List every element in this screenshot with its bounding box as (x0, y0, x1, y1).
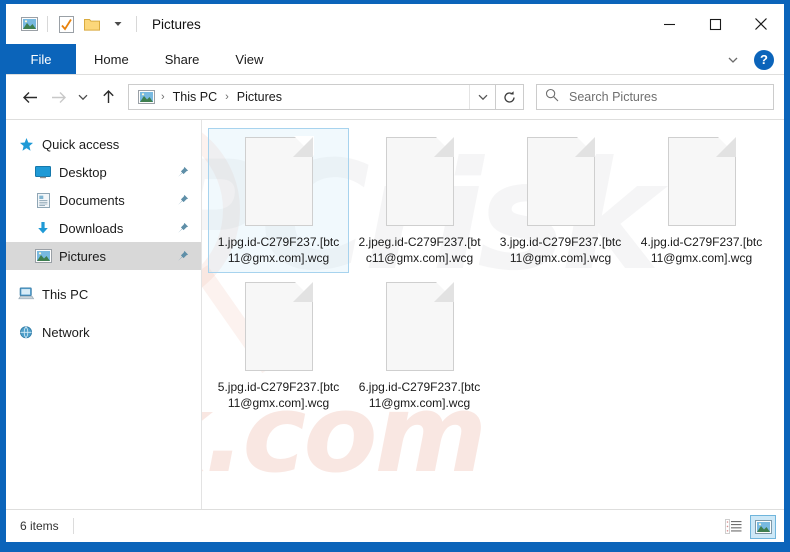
pin-icon[interactable] (175, 250, 191, 262)
close-button[interactable] (738, 4, 784, 44)
file-item[interactable]: 1.jpg.id-C279F237.[btc11@gmx.com].wcg (208, 128, 349, 273)
file-grid: 1.jpg.id-C279F237.[btc11@gmx.com].wcg 2.… (208, 128, 784, 418)
explorer-body: PCrisk risk.com Quick access (6, 119, 784, 509)
file-item[interactable]: 5.jpg.id-C279F237.[btc11@gmx.com].wcg (208, 273, 349, 418)
address-bar[interactable]: › This PC › Pictures (128, 84, 496, 110)
sidebar-label-network: Network (42, 324, 90, 340)
this-pc-icon (16, 284, 36, 304)
arrow-left-icon[interactable] (16, 82, 44, 112)
sidebar-label-quick-access: Quick access (42, 136, 120, 152)
file-name: 1.jpg.id-C279F237.[btc11@gmx.com].wcg (217, 235, 340, 265)
pin-icon[interactable] (175, 194, 191, 206)
chevron-down-icon[interactable] (720, 47, 746, 73)
blank-file-icon (244, 281, 314, 371)
desktop-icon (33, 162, 53, 182)
file-item[interactable]: 6.jpg.id-C279F237.[btc11@gmx.com].wcg (349, 273, 490, 418)
breadcrumb-separator-2: › (225, 91, 229, 103)
title-bar: Pictures (6, 4, 784, 44)
file-name: 2.jpeg.id-C279F237.[btc11@gmx.com].wcg (358, 235, 481, 265)
details-view-icon[interactable] (720, 515, 746, 539)
network-icon (16, 322, 36, 342)
blank-file-icon (526, 136, 596, 226)
window-title: Pictures (152, 16, 201, 32)
sidebar-item-pictures[interactable]: Pictures (6, 242, 201, 270)
sidebar-label-this-pc: This PC (42, 286, 89, 302)
search-box[interactable]: Search Pictures (536, 84, 774, 110)
view-mode-buttons (720, 510, 776, 542)
arrow-up-icon[interactable] (94, 82, 122, 112)
documents-icon (33, 190, 53, 210)
status-divider (72, 518, 74, 534)
status-bar: 6 items (6, 509, 784, 542)
arrow-right-icon (44, 82, 72, 112)
breadcrumb-item-pictures[interactable]: Pictures (234, 89, 285, 105)
file-item[interactable]: 2.jpeg.id-C279F237.[btc11@gmx.com].wcg (349, 128, 490, 273)
picture-icon[interactable] (16, 11, 42, 37)
pin-icon[interactable] (175, 222, 191, 234)
sidebar-item-desktop[interactable]: Desktop (6, 158, 201, 186)
tab-home[interactable]: Home (76, 44, 147, 74)
file-name: 3.jpg.id-C279F237.[btc11@gmx.com].wcg (499, 235, 622, 265)
address-dropdown-icon[interactable] (469, 85, 495, 109)
item-count: 6 items (20, 519, 59, 533)
toolbar-divider (47, 16, 48, 32)
pictures-folder-icon[interactable] (136, 89, 156, 105)
pictures-icon (33, 246, 53, 266)
blank-file-icon (667, 136, 737, 226)
breadcrumb-separator-1: › (161, 91, 165, 103)
file-name: 6.jpg.id-C279F237.[btc11@gmx.com].wcg (358, 380, 481, 410)
tab-view[interactable]: View (217, 44, 281, 74)
navigation-bar: › This PC › Pictures Search Pictures (6, 75, 784, 119)
sidebar-item-downloads[interactable]: Downloads (6, 214, 201, 242)
sidebar-item-documents[interactable]: Documents (6, 186, 201, 214)
tab-share[interactable]: Share (147, 44, 218, 74)
blank-file-icon (385, 281, 455, 371)
sidebar-label-pictures: Pictures (59, 248, 106, 264)
search-icon (545, 88, 559, 107)
window-controls (646, 4, 784, 44)
properties-checkmark-icon[interactable] (53, 11, 79, 37)
sidebar-item-network[interactable]: Network (6, 318, 201, 346)
sidebar-label-downloads: Downloads (59, 220, 124, 236)
file-item[interactable]: 4.jpg.id-C279F237.[btc11@gmx.com].wcg (631, 128, 772, 273)
sidebar-item-quick-access[interactable]: Quick access (6, 130, 201, 158)
file-list-pane[interactable]: 1.jpg.id-C279F237.[btc11@gmx.com].wcg 2.… (202, 120, 784, 509)
star-icon (16, 134, 36, 154)
quick-access-toolbar (6, 11, 142, 37)
blank-file-icon (244, 136, 314, 226)
maximize-button[interactable] (692, 4, 738, 44)
sidebar-label-desktop: Desktop (59, 164, 107, 180)
file-name: 5.jpg.id-C279F237.[btc11@gmx.com].wcg (217, 380, 340, 410)
breadcrumb: › This PC › Pictures (129, 89, 469, 105)
pin-icon[interactable] (175, 166, 191, 178)
help-button[interactable]: ? (754, 49, 774, 70)
new-folder-icon[interactable] (79, 11, 105, 37)
navigation-pane: Quick access Desktop Documents Downloads… (6, 120, 202, 509)
ribbon-right-controls: ? (720, 44, 778, 75)
large-icons-view-icon[interactable] (750, 514, 776, 539)
tab-file[interactable]: File (6, 44, 76, 74)
breadcrumb-item-this-pc[interactable]: This PC (170, 89, 220, 105)
file-item[interactable]: 3.jpg.id-C279F237.[btc11@gmx.com].wcg (490, 128, 631, 273)
downloads-icon (33, 218, 53, 238)
file-explorer-window: Pictures File Home Share View ? › This P… (6, 4, 784, 542)
refresh-icon[interactable] (496, 84, 524, 110)
customize-dropdown-icon[interactable] (105, 11, 131, 37)
recent-locations-icon[interactable] (72, 82, 94, 112)
toolbar-divider-2 (136, 16, 137, 32)
search-placeholder: Search Pictures (569, 90, 658, 104)
sidebar-item-this-pc[interactable]: This PC (6, 280, 201, 308)
ribbon-tabs: File Home Share View ? (6, 44, 784, 75)
blank-file-icon (385, 136, 455, 226)
sidebar-label-documents: Documents (59, 192, 125, 208)
minimize-button[interactable] (646, 4, 692, 44)
file-name: 4.jpg.id-C279F237.[btc11@gmx.com].wcg (640, 235, 763, 265)
